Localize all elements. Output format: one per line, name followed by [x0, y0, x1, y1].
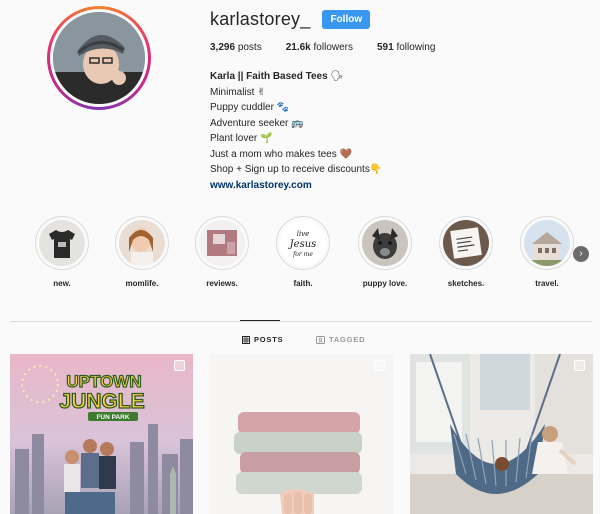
tab-tagged-label: TAGGED [329, 335, 366, 344]
username: karlastorey_ [210, 9, 311, 29]
faith-cover-text-2: Jesus [288, 239, 317, 250]
highlight-cover-travel [524, 220, 570, 266]
post-image-uptown-jungle: UPTOWN JUNGLE FUN PARK [10, 354, 193, 514]
seedling-icon: 🌱 [260, 133, 273, 144]
highlight-ring [195, 216, 249, 270]
avatar[interactable] [53, 12, 145, 104]
highlight-ring [520, 216, 574, 270]
highlight-label: sketches. [447, 279, 485, 288]
highlight-label: faith. [293, 279, 313, 288]
highlight-ring [35, 216, 89, 270]
select-checkbox[interactable] [174, 360, 185, 371]
highlight-momlife[interactable]: momlife. [107, 216, 177, 288]
stat-following-value: 591 [377, 42, 394, 53]
highlight-cover-faith: live Jesus for me [280, 220, 326, 266]
highlight-ring [358, 216, 412, 270]
avatar-gap [50, 9, 148, 107]
story-highlights: new. momlife. reviews. live Jesus for me [0, 216, 600, 296]
tab-posts[interactable]: POSTS [242, 335, 283, 344]
stat-followers[interactable]: 21.6k followers [286, 42, 353, 53]
active-tab-indicator [240, 320, 280, 321]
highlight-puppy-love[interactable]: puppy love. [350, 216, 420, 288]
highlight-faith[interactable]: live Jesus for me faith. [268, 216, 338, 288]
highlight-cover-reviews [199, 220, 245, 266]
post-thumbnail[interactable] [210, 354, 393, 514]
highlight-new[interactable]: new. [27, 216, 97, 288]
speaking-head-icon: 🗣 [330, 71, 344, 82]
highlight-sketches[interactable]: sketches. [431, 216, 501, 288]
tab-tagged[interactable]: TAGGED [316, 335, 365, 344]
peace-hand-icon: ✌ [257, 86, 266, 98]
highlight-travel[interactable]: travel. [512, 216, 582, 288]
heart-icon: 🤎 [339, 148, 352, 160]
bio-line: Adventure seeker [210, 117, 289, 129]
avatar-photo [53, 12, 145, 104]
post-title-line3: FUN PARK [96, 414, 129, 421]
follow-button[interactable]: Follow [322, 10, 371, 29]
profile-stats: 3,296 posts 21.6k followers 591 followin… [210, 42, 459, 53]
paw-prints-icon: 🐾 [276, 102, 290, 113]
highlight-cover-new [39, 220, 85, 266]
select-checkbox[interactable] [574, 360, 585, 371]
bio-line: Plant lover [210, 133, 258, 144]
highlight-label: reviews. [206, 279, 238, 288]
select-checkbox[interactable] [374, 360, 385, 371]
faith-cover-text-1: live [297, 230, 310, 238]
bio-line: Shop + Sign up to receive discounts [210, 164, 370, 175]
stat-followers-value: 21.6k [285, 42, 311, 53]
highlight-cover-puppy-love [362, 220, 408, 266]
faith-cover-text-3: for me [292, 251, 313, 258]
grid-icon [242, 335, 250, 344]
stat-followers-label: followers [313, 42, 353, 53]
tabs-divider [10, 321, 592, 322]
highlight-ring: live Jesus for me [276, 216, 330, 270]
highlight-label: new. [53, 279, 71, 288]
post-title-line2: JUNGLE [59, 390, 144, 413]
tag-icon [316, 335, 325, 344]
bio-website-link[interactable]: www.karlastorey.com [210, 180, 312, 191]
username-row: karlastorey_ Follow [210, 9, 371, 30]
highlight-label: travel. [535, 279, 559, 288]
pointing-down-icon: 👇 [369, 164, 383, 175]
highlight-label: momlife. [125, 279, 159, 288]
stat-posts-value: 3,296 [210, 42, 236, 53]
highlight-ring [115, 216, 169, 270]
highlight-reviews[interactable]: reviews. [187, 216, 257, 288]
bio-line: Puppy cuddler [210, 102, 274, 113]
bio-name: Karla || Faith Based Tees [210, 71, 328, 82]
tab-posts-label: POSTS [254, 335, 284, 344]
highlight-label: puppy love. [362, 279, 408, 288]
stat-following-label: following [396, 42, 436, 53]
stat-following[interactable]: 591 following [377, 42, 435, 53]
profile-avatar-ring[interactable] [47, 6, 151, 110]
post-image-folded-tees [210, 354, 393, 514]
bio-line: Just a mom who makes tees [210, 148, 337, 160]
chevron-right-icon[interactable]: › [573, 246, 589, 262]
profile-bio: Karla || Faith Based Tees 🗣 Minimalist ✌… [210, 69, 510, 193]
stat-posts-label: posts [237, 42, 262, 53]
bus-icon: 🚌 [291, 117, 304, 129]
highlight-cover-sketches [443, 220, 489, 266]
post-thumbnail[interactable]: UPTOWN JUNGLE FUN PARK [10, 354, 193, 514]
highlight-cover-momlife [119, 220, 165, 266]
stat-posts[interactable]: 3,296 posts [210, 42, 262, 53]
post-thumbnail[interactable] [410, 354, 593, 514]
highlight-ring [439, 216, 493, 270]
post-image-hammock [410, 354, 593, 514]
post-title-line1: UPTOWN [66, 372, 141, 391]
bio-line: Minimalist [210, 86, 255, 98]
